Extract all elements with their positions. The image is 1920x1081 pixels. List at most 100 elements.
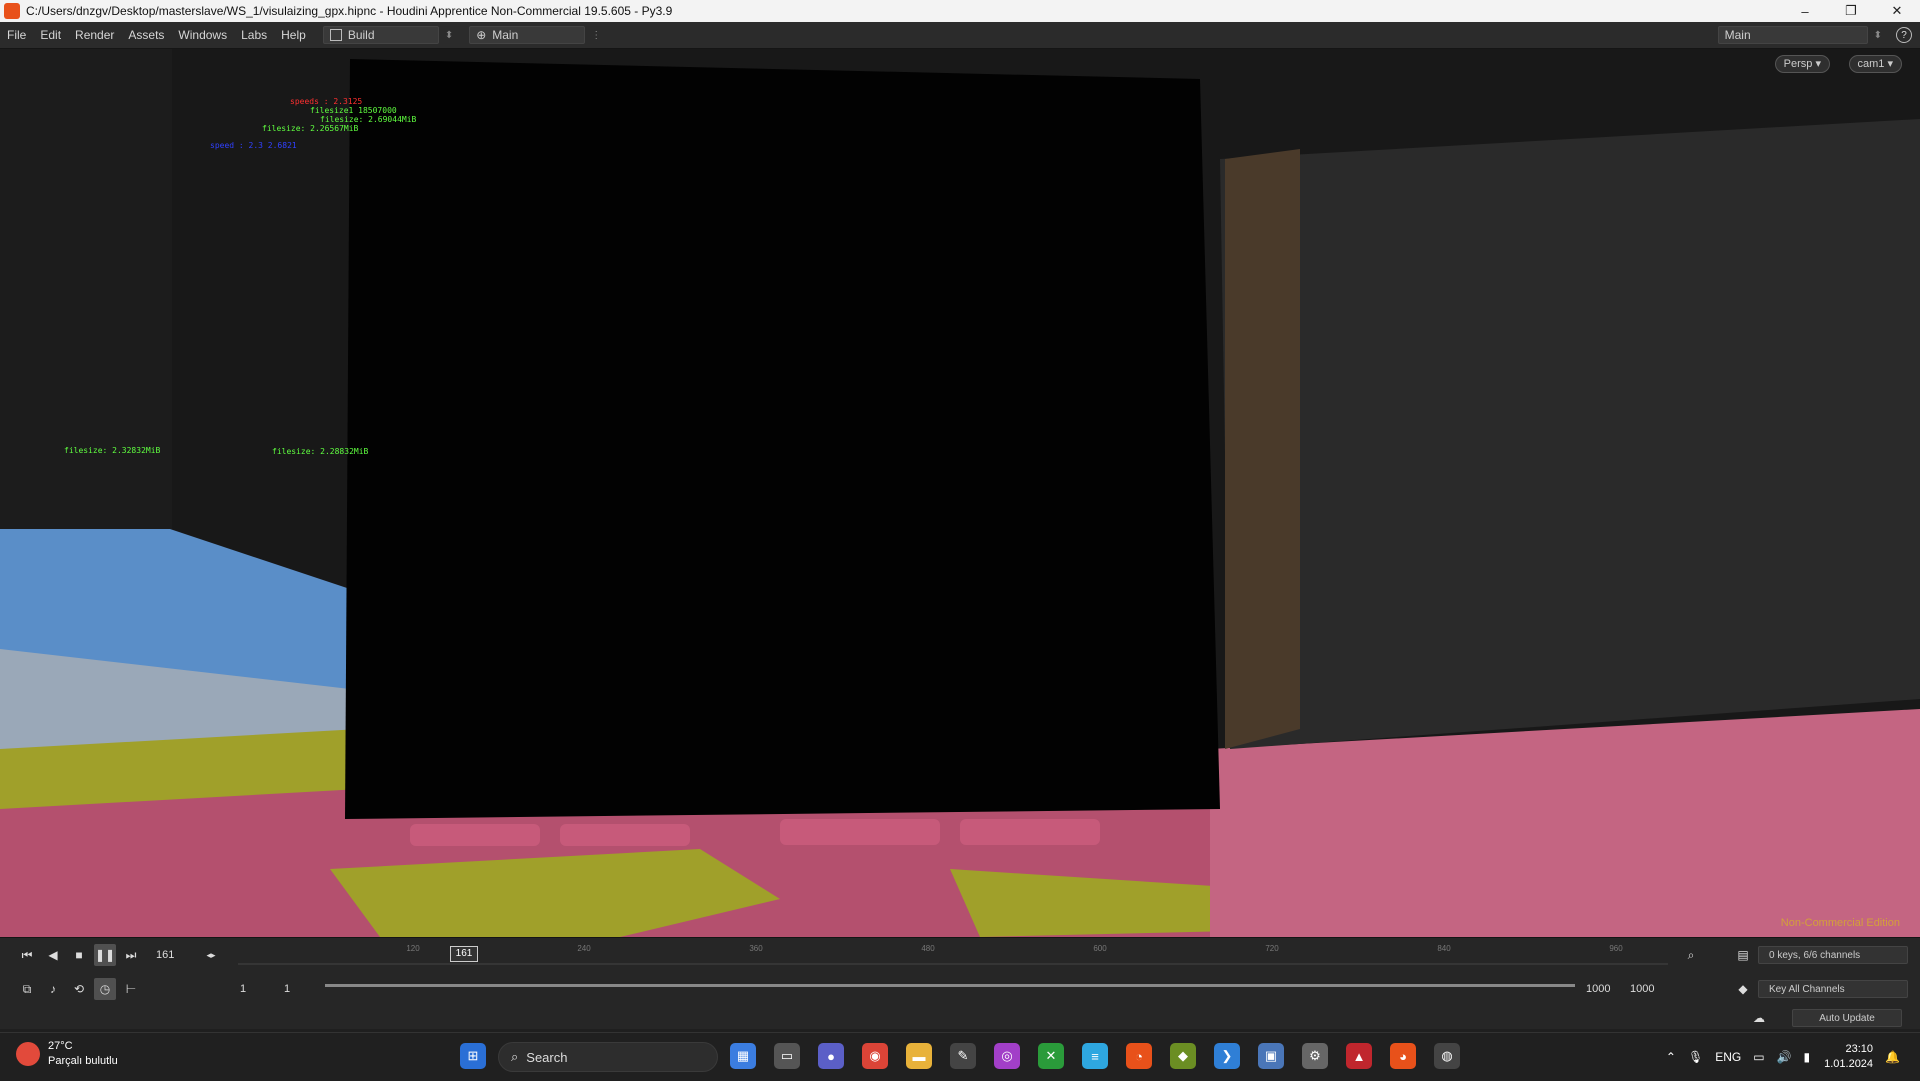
maximize-button[interactable]: ❐ [1828, 0, 1874, 22]
jump-end-icon[interactable]: ⏭ [120, 944, 142, 966]
search-box[interactable]: ⌕ Search [498, 1042, 718, 1072]
loop-icon[interactable]: ⟲ [68, 978, 90, 1000]
key-all-channels-button[interactable]: Key All Channels [1758, 980, 1908, 998]
time-cursor[interactable]: 161 [450, 946, 478, 962]
menu-file[interactable]: File [0, 28, 33, 42]
vscode-icon[interactable]: ❯ [1214, 1043, 1240, 1069]
clock-icon[interactable]: ◷ [94, 978, 116, 1000]
menu-assets[interactable]: Assets [121, 28, 171, 42]
tick-label: 480 [921, 944, 935, 953]
notification-icon[interactable]: 🔔 [1885, 1050, 1900, 1064]
dopesheet-icon[interactable]: ▤ [1732, 944, 1754, 966]
inkscape-icon[interactable]: ✎ [950, 1043, 976, 1069]
range-end-field[interactable]: 1000 [1586, 983, 1610, 995]
settings-icon[interactable]: ⚙ [1302, 1043, 1328, 1069]
misc-app-icon[interactable]: ◍ [1434, 1043, 1460, 1069]
range-end2-field[interactable]: 1000 [1630, 983, 1654, 995]
menu-edit[interactable]: Edit [33, 28, 68, 42]
scene-viewport[interactable]: speeds : 2.3125 filesize1 18507000 files… [0, 49, 1920, 937]
overlay-label: filesize: 2.28832MiB [272, 447, 369, 456]
tray-chevron-icon[interactable]: ⌃ [1666, 1050, 1676, 1064]
tick-label: 360 [749, 944, 763, 953]
time-ruler[interactable]: 120 240 360 480 600 720 840 960 161 [238, 944, 1668, 968]
range-start2-field[interactable]: 1 [284, 983, 290, 995]
right-desktop-selector[interactable]: Main [1717, 26, 1868, 44]
clock[interactable]: 23:10 1.01.2024 [1824, 1042, 1873, 1072]
realtime-icon[interactable]: ⧉ [16, 978, 38, 1000]
key-icon[interactable]: ◆ [1732, 978, 1754, 1000]
current-frame-field[interactable]: 161 [156, 949, 174, 961]
start-icon[interactable]: ⊞ [460, 1043, 486, 1069]
language-indicator[interactable]: ENG [1715, 1050, 1741, 1064]
persp-button[interactable]: Persp ▾ [1774, 55, 1830, 73]
desktop-selector[interactable]: Build [322, 26, 439, 44]
camera-button[interactable]: cam1 ▾ [1848, 55, 1902, 73]
tick-label: 840 [1437, 944, 1451, 953]
stop-icon[interactable]: ■ [68, 944, 90, 966]
help-icon[interactable]: ? [1896, 27, 1912, 43]
range-icon[interactable]: ⊢ [120, 978, 142, 1000]
widgets-icon[interactable]: ▦ [730, 1043, 756, 1069]
search-icon: ⌕ [511, 1049, 519, 1064]
menu-render[interactable]: Render [68, 28, 121, 42]
window-title: C:/Users/dnzgv/Desktop/masterslave/WS_1/… [26, 4, 673, 18]
key-search-icon[interactable]: ⌕ [1680, 944, 1702, 966]
battery-icon[interactable]: ▮ [1804, 1050, 1811, 1064]
weather-widget[interactable]: 27°C Parçalı bulutlu [16, 1039, 118, 1069]
notepad-icon[interactable]: ≡ [1082, 1043, 1108, 1069]
keys-info[interactable]: 0 keys, 6/6 channels [1758, 946, 1908, 964]
desktop-label: Build [347, 28, 375, 42]
overlay-label: filesize1 18507000 [310, 106, 397, 115]
scene-render [0, 49, 1920, 937]
jump-start-icon[interactable]: ⏮ [16, 944, 38, 966]
range-slider[interactable] [325, 984, 1575, 987]
monitor-icon[interactable]: ▣ [1258, 1043, 1284, 1069]
overlay-label: filesize: 2.69044MiB [320, 115, 417, 124]
range-start-field[interactable]: 1 [240, 983, 246, 995]
teams-icon[interactable]: ● [818, 1043, 844, 1069]
app-icon[interactable]: ◎ [994, 1043, 1020, 1069]
houdini-launcher-icon[interactable]: ◔ [1126, 1043, 1152, 1069]
git-icon[interactable]: ◆ [1170, 1043, 1196, 1069]
menu-bar: File Edit Render Assets Windows Labs Hel… [0, 22, 1920, 49]
xbox-icon[interactable]: ✕ [1038, 1043, 1064, 1069]
tick-label: 600 [1093, 944, 1107, 953]
menu-labs[interactable]: Labs [234, 28, 274, 42]
desktop-icon [329, 29, 342, 41]
acrobat-icon[interactable]: ▲ [1346, 1043, 1372, 1069]
overlay-label: filesize: 2.32832MiB [64, 446, 161, 455]
close-button[interactable]: ✕ [1874, 0, 1920, 22]
weather-icon [16, 1042, 40, 1066]
network-selector[interactable]: ⊕ Main [469, 26, 586, 44]
search-label: Search [526, 1049, 568, 1065]
step-frame-icon[interactable]: ◂▸ [200, 944, 222, 966]
minimize-button[interactable]: – [1782, 0, 1828, 22]
task-view-icon[interactable]: ▭ [774, 1043, 800, 1069]
status-bar: ☁ Auto Update [0, 1007, 1920, 1029]
timeline-panel: ⏮ ◀ ■ ❚❚ ⏭ 161 ◂▸ 120 240 360 480 600 72… [0, 937, 1920, 1008]
menu-windows[interactable]: Windows [171, 28, 234, 42]
tick-label: 960 [1609, 944, 1623, 953]
watermark: Non-Commercial Edition [1780, 917, 1900, 929]
tick-label: 120 [406, 944, 420, 953]
audio-icon[interactable]: ♪ [42, 978, 64, 1000]
houdini-app-icon [4, 3, 20, 19]
title-bar: C:/Users/dnzgv/Desktop/masterslave/WS_1/… [0, 0, 1920, 22]
date: 1.01.2024 [1824, 1058, 1874, 1070]
microphone-icon[interactable]: 🎙 [1688, 1050, 1703, 1064]
volume-icon[interactable]: 🔊 [1777, 1050, 1792, 1064]
desktop-spinner-icon[interactable]: ⬍ [445, 30, 453, 41]
auto-update-button[interactable]: Auto Update [1792, 1009, 1902, 1027]
right-spinner-icon[interactable]: ⬍ [1874, 30, 1882, 41]
menu-help[interactable]: Help [274, 28, 313, 42]
pause-icon[interactable]: ❚❚ [94, 944, 116, 966]
network-icon[interactable]: ▭ [1753, 1050, 1764, 1064]
cloud-icon[interactable]: ☁ [1748, 1007, 1770, 1029]
file-explorer-icon[interactable]: ▬ [906, 1043, 932, 1069]
network-spinner-icon[interactable]: ⋮ [591, 30, 601, 41]
houdini-icon[interactable]: ◕ [1390, 1043, 1416, 1069]
temperature: 27°C [48, 1040, 73, 1052]
overlay-label: filesize: 2.26567MiB [262, 124, 359, 133]
play-reverse-icon[interactable]: ◀ [42, 944, 64, 966]
chrome-icon[interactable]: ◉ [862, 1043, 888, 1069]
